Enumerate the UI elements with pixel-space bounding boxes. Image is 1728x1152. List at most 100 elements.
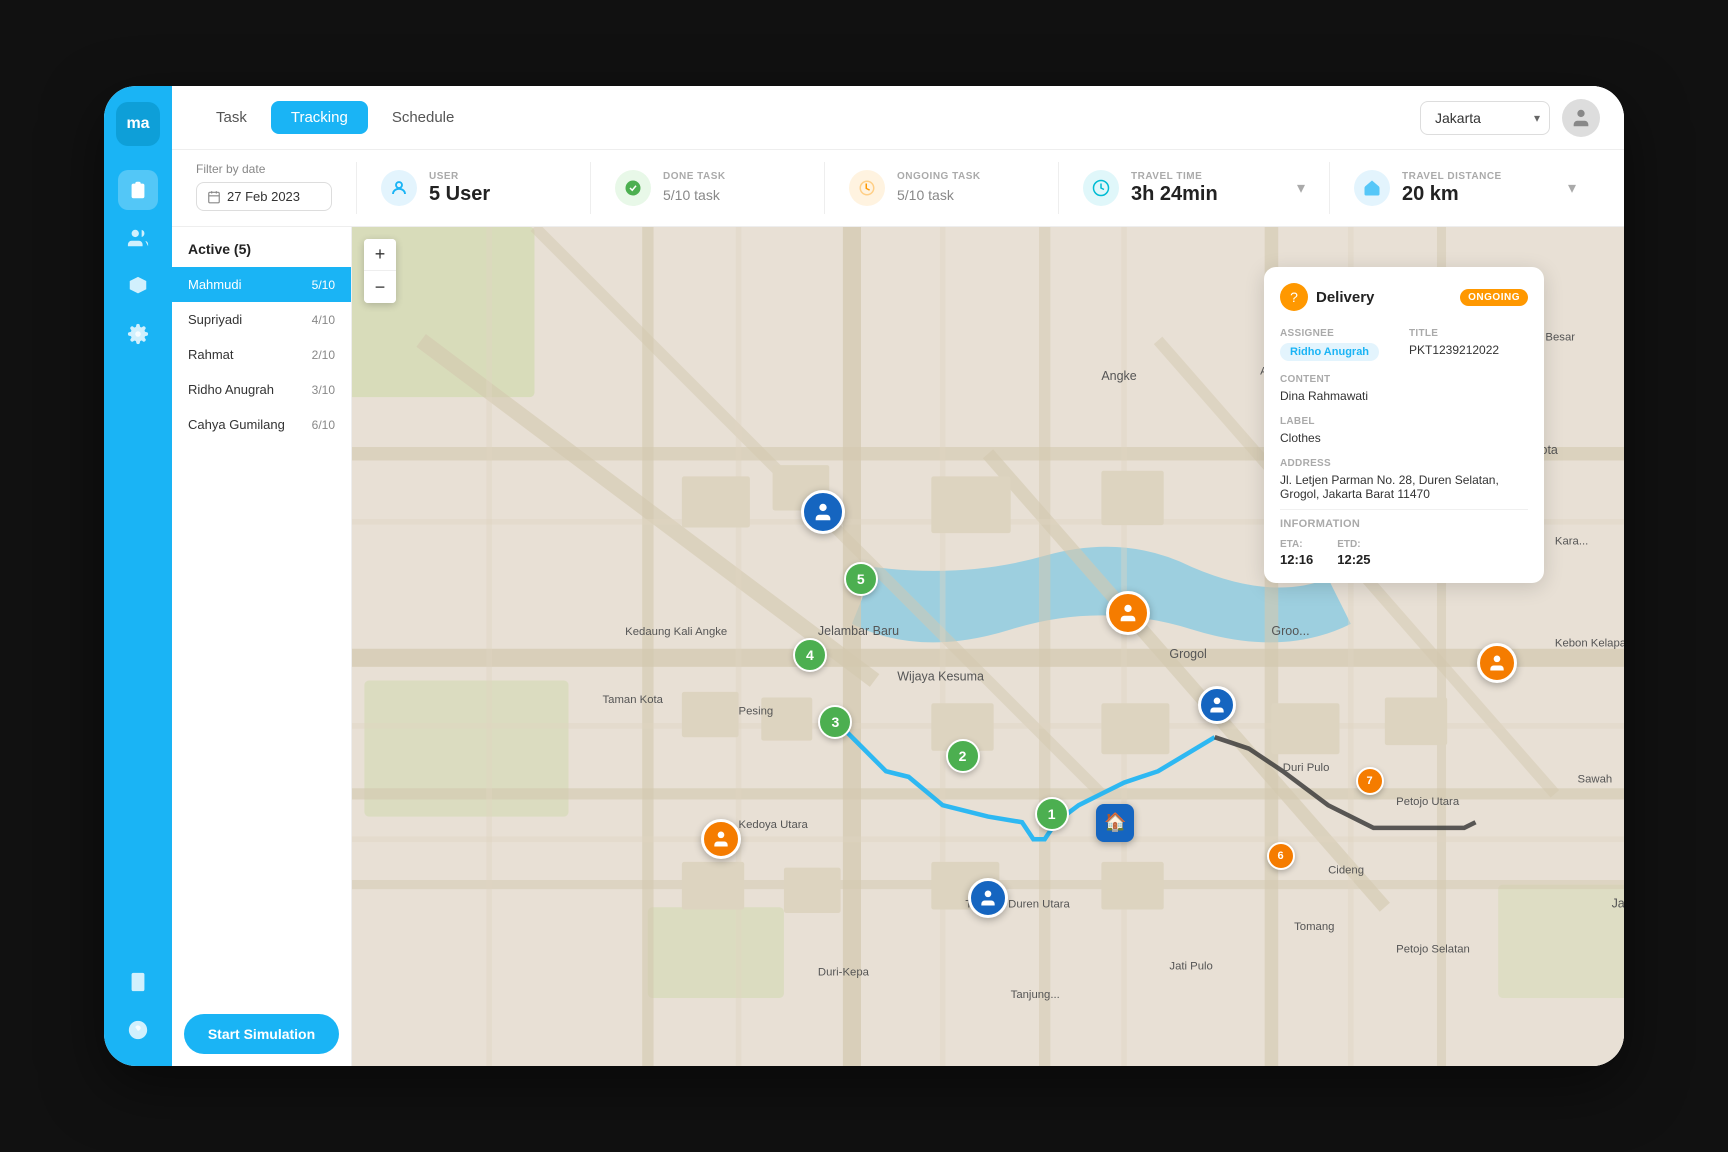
marker-person-blue-bottom[interactable] <box>968 878 1008 918</box>
popup-label-field: Label Clothes <box>1280 411 1528 445</box>
sidebar-item-users[interactable] <box>118 218 158 258</box>
popup-eta-value: 12:16 <box>1280 552 1313 567</box>
nav-tabs: Task Tracking Schedule <box>196 101 1412 134</box>
svg-text:Jelambar Baru: Jelambar Baru <box>818 624 899 638</box>
marker-4[interactable]: 4 <box>793 638 827 672</box>
stat-distance-value: 20 km <box>1402 182 1502 206</box>
popup-title-label: Title <box>1409 328 1438 339</box>
marker-person-orange-right[interactable] <box>1477 643 1517 683</box>
popup-info-label: Information <box>1280 518 1360 530</box>
stat-travel-time: TRAVEL TIME 3h 24min ▾ <box>1058 162 1329 214</box>
app-logo: ma <box>116 102 160 146</box>
svg-text:Jakar...: Jakar... <box>1612 896 1624 910</box>
svg-text:Kedaung Kali Angke: Kedaung Kali Angke <box>625 626 727 638</box>
popup-assignee-label: Assignee <box>1280 328 1334 339</box>
travel-time-expand[interactable]: ▾ <box>1297 178 1305 198</box>
filter-date-value: 27 Feb 2023 <box>227 189 300 204</box>
marker-2[interactable]: 2 <box>946 739 980 773</box>
stat-done-info: DONE TASK 5/10 task <box>663 171 726 206</box>
marker-6[interactable]: 6 <box>1267 842 1295 870</box>
stat-user-icon <box>381 170 417 206</box>
sidebar-item-integrations[interactable] <box>118 266 158 306</box>
map-area[interactable]: Jelambar Baru Pesing Wijaya Kesuma Kedau… <box>352 227 1624 1066</box>
main-content: Task Tracking Schedule Jakarta Surabaya … <box>172 86 1624 1066</box>
stat-done-icon <box>615 170 651 206</box>
svg-text:Pesing: Pesing <box>739 706 774 718</box>
tab-tracking[interactable]: Tracking <box>271 101 368 134</box>
svg-text:Duri-Kepa: Duri-Kepa <box>818 966 870 978</box>
svg-text:Cideng: Cideng <box>1328 864 1364 876</box>
stat-ongoing-icon <box>849 170 885 206</box>
driver-score-1: 4/10 <box>312 313 335 327</box>
stat-done-value: 5/10 task <box>663 182 726 206</box>
popup-info-row: Information <box>1280 509 1528 534</box>
marker-mahmudi[interactable] <box>801 490 845 534</box>
marker-person-orange-1[interactable] <box>1106 591 1150 635</box>
driver-item-3[interactable]: Ridho Anugrah 3/10 <box>172 372 351 407</box>
popup-grid: Assignee Ridho Anugrah Title PKT12392120… <box>1280 323 1528 361</box>
stat-time-info: TRAVEL TIME 3h 24min <box>1131 171 1218 206</box>
stat-travel-distance: TRAVEL DISTANCE 20 km ▾ <box>1329 162 1600 214</box>
svg-text:Petojo Selatan: Petojo Selatan <box>1396 944 1470 956</box>
user-avatar-button[interactable] <box>1562 99 1600 137</box>
tab-task[interactable]: Task <box>196 101 267 134</box>
stat-distance-label: TRAVEL DISTANCE <box>1402 171 1502 182</box>
sidebar-item-mobile[interactable] <box>118 962 158 1002</box>
sidebar: ma <box>104 86 172 1066</box>
popup-eta-label: ETA: <box>1280 539 1303 550</box>
marker-person-orange-bl[interactable] <box>701 819 741 859</box>
driver-score-2: 2/10 <box>312 348 335 362</box>
popup-eta-etd-row: ETA: 12:16 ETD: 12:25 <box>1280 534 1528 567</box>
svg-text:Jati Pulo: Jati Pulo <box>1169 961 1212 973</box>
delivery-popup: ? Delivery ONGOING Assignee Ridho Anugra… <box>1264 267 1544 583</box>
marker-5[interactable]: 5 <box>844 562 878 596</box>
driver-name-2: Rahmat <box>188 347 234 362</box>
stat-ongoing-info: ONGOING TASK 5/10 task <box>897 171 981 206</box>
stat-time-icon <box>1083 170 1119 206</box>
marker-7[interactable]: 7 <box>1356 767 1384 795</box>
popup-etd: ETD: 12:25 <box>1337 534 1370 567</box>
svg-text:Taman Kota: Taman Kota <box>603 694 664 706</box>
stat-done-label: DONE TASK <box>663 171 726 182</box>
popup-assignee-field: Assignee Ridho Anugrah <box>1280 323 1399 361</box>
zoom-in-button[interactable]: + <box>364 239 396 271</box>
marker-ridho[interactable] <box>1198 686 1236 724</box>
stat-done-task: DONE TASK 5/10 task <box>590 162 824 214</box>
driver-item-2[interactable]: Rahmat 2/10 <box>172 337 351 372</box>
date-input[interactable]: 27 Feb 2023 <box>196 182 332 211</box>
start-simulation-button[interactable]: Start Simulation <box>184 1014 339 1054</box>
driver-score-4: 6/10 <box>312 418 335 432</box>
driver-item-1[interactable]: Supriyadi 4/10 <box>172 302 351 337</box>
map-controls: + − <box>364 239 396 303</box>
svg-text:Sawah: Sawah <box>1578 774 1613 786</box>
popup-title: Delivery <box>1316 289 1374 306</box>
marker-warehouse[interactable]: 🏠 <box>1096 804 1134 842</box>
svg-text:Petojo Utara: Petojo Utara <box>1396 796 1460 808</box>
popup-etd-value: 12:25 <box>1337 552 1370 567</box>
driver-item-4[interactable]: Cahya Gumilang 6/10 <box>172 407 351 442</box>
svg-text:Wijaya Kesuma: Wijaya Kesuma <box>897 670 984 684</box>
popup-eta: ETA: 12:16 <box>1280 534 1313 567</box>
popup-etd-label: ETD: <box>1337 539 1360 550</box>
popup-address-label: Address <box>1280 458 1331 469</box>
driver-item-0[interactable]: Mahmudi 5/10 <box>172 267 351 302</box>
driver-score-3: 3/10 <box>312 383 335 397</box>
sidebar-item-settings[interactable] <box>118 314 158 354</box>
topnav-right: Jakarta Surabaya Bandung <box>1420 99 1600 137</box>
tab-schedule[interactable]: Schedule <box>372 101 475 134</box>
popup-address-field: Address Jl. Letjen Parman No. 28, Duren … <box>1280 453 1528 501</box>
stat-distance-info: TRAVEL DISTANCE 20 km <box>1402 171 1502 206</box>
travel-distance-expand[interactable]: ▾ <box>1568 178 1576 198</box>
stat-ongoing-label: ONGOING TASK <box>897 171 981 182</box>
marker-3[interactable]: 3 <box>818 705 852 739</box>
city-select-input[interactable]: Jakarta Surabaya Bandung <box>1420 101 1550 135</box>
sidebar-item-tasks[interactable] <box>118 170 158 210</box>
left-panel: Active (5) Mahmudi 5/10 Supriyadi 4/10 R… <box>172 227 352 1066</box>
marker-1[interactable]: 1 <box>1035 797 1069 831</box>
popup-content-value: Dina Rahmawati <box>1280 389 1528 403</box>
zoom-out-button[interactable]: − <box>364 271 396 303</box>
popup-label-label: Label <box>1280 416 1315 427</box>
svg-text:Kedoya Utara: Kedoya Utara <box>739 819 809 831</box>
city-selector[interactable]: Jakarta Surabaya Bandung <box>1420 101 1550 135</box>
sidebar-item-help[interactable] <box>118 1010 158 1050</box>
